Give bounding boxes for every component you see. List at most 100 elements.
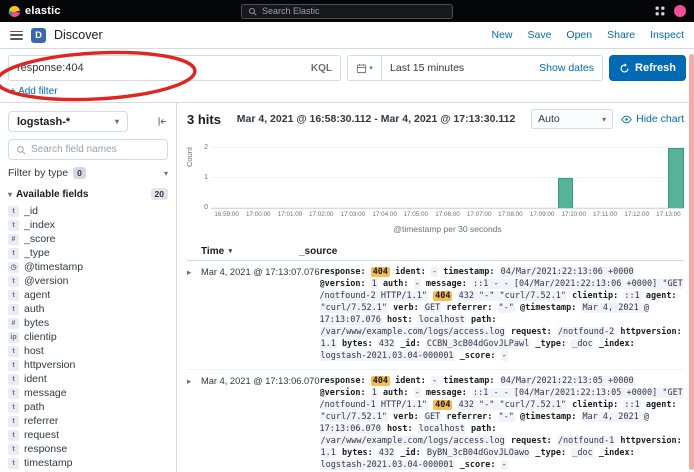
calendar-icon (356, 63, 367, 74)
field-item[interactable]: #_score (8, 232, 168, 246)
expand-toggle-icon[interactable]: ▸ (187, 266, 201, 278)
doc-table-row: ▸Mar 4, 2021 @ 17:13:06.070response: 404… (187, 370, 684, 472)
app-navbar: D Discover New Save Open Share Inspect (0, 22, 694, 49)
sort-descending-icon: ▼ (227, 248, 233, 255)
field-item[interactable]: tauth (8, 302, 168, 316)
expand-toggle-icon[interactable]: ▸ (187, 375, 201, 387)
save-button[interactable]: Save (527, 29, 551, 41)
string-type-icon: t (8, 402, 19, 413)
source-value: ::1 (623, 291, 640, 301)
field-search-input[interactable]: Search field names (8, 139, 168, 160)
field-item[interactable]: #bytes (8, 316, 168, 330)
field-item[interactable]: treferrer (8, 414, 168, 428)
field-name: auth (24, 303, 44, 315)
interval-select[interactable]: Auto ▾ (531, 109, 613, 129)
source-field-name: timestamp: (443, 267, 494, 277)
string-type-icon: t (8, 248, 19, 259)
field-item[interactable]: t timestamp (8, 456, 168, 470)
field-item[interactable]: tmessage (8, 386, 168, 400)
collapse-sidebar-button[interactable] (157, 116, 168, 127)
scrollbar-thumb[interactable] (689, 54, 694, 470)
string-type-icon: t (8, 458, 19, 469)
user-avatar[interactable] (674, 5, 686, 17)
quick-select-button[interactable]: ▾ (348, 56, 382, 80)
field-item[interactable]: tagent (8, 288, 168, 302)
field-item[interactable]: thttpversion (8, 358, 168, 372)
index-pattern-select[interactable]: logstash-* ▾ (8, 111, 128, 132)
x-axis-label: @timestamp per 30 seconds (211, 224, 684, 234)
apps-icon[interactable] (655, 6, 665, 16)
menu-icon[interactable] (10, 31, 23, 40)
field-item[interactable]: t_id (8, 204, 168, 218)
filter-by-type-button[interactable]: Filter by type 0 ▾ (8, 167, 168, 179)
doc-source-cell: response: 404 ident: - timestamp: 04/Mar… (320, 266, 685, 363)
x-tick-label: 17:05:00 (404, 211, 429, 218)
field-item[interactable]: ipclientip (8, 330, 168, 344)
source-value: 432 (378, 339, 395, 349)
source-value: 1 (371, 388, 378, 398)
field-item[interactable]: trequest (8, 428, 168, 442)
field-name: _type (24, 247, 50, 259)
field-item[interactable]: tpath (8, 400, 168, 414)
hits-count: 3 hits (187, 112, 221, 127)
field-item[interactable]: t _type (8, 246, 168, 260)
source-value: 1.1 (320, 339, 337, 349)
hide-chart-button[interactable]: Hide chart (621, 113, 684, 125)
available-fields-accordion[interactable]: ▾ Available fields 20 (8, 188, 168, 200)
histogram-bar[interactable] (668, 148, 684, 208)
open-button[interactable]: Open (566, 29, 592, 41)
time-column-header[interactable]: Time ▼ (187, 246, 299, 257)
source-value: 432 "-" "curl/7.52.1" (458, 291, 567, 301)
y-tick-label: 1 (196, 174, 208, 181)
query-language-button[interactable]: KQL (311, 63, 332, 74)
field-item[interactable]: t_index (8, 218, 168, 232)
source-value: logstash-2021.03.04-000001 (320, 351, 455, 361)
source-field-name: _id: (400, 339, 420, 349)
refresh-button[interactable]: Refresh (609, 55, 686, 81)
x-tick-label: 17:08:00 (498, 211, 523, 218)
field-name: bytes (24, 317, 49, 329)
field-item[interactable]: thost (8, 344, 168, 358)
source-field-name: path: (471, 315, 497, 325)
query-bar: response:404 KQL ▾ Last 15 minutes Show … (0, 49, 694, 84)
field-item[interactable]: t@version (8, 274, 168, 288)
x-tick-label: 17:07:00 (467, 211, 492, 218)
histogram-bar[interactable] (558, 178, 574, 208)
field-item[interactable]: tresponse (8, 442, 168, 456)
content: logstash-* ▾ Search field names Filter b… (0, 102, 694, 472)
doc-time-cell: Mar 4, 2021 @ 17:13:06.070 (201, 375, 320, 386)
share-button[interactable]: Share (607, 29, 635, 41)
elastic-logo[interactable]: elastic (8, 5, 61, 18)
source-field-name: path: (471, 424, 497, 434)
field-name: timestamp (24, 457, 72, 469)
scrollbar[interactable] (689, 54, 694, 470)
global-search-input[interactable]: Search Elastic (241, 4, 453, 19)
show-dates-button[interactable]: Show dates (531, 62, 602, 74)
ip-type-icon: ip (8, 332, 19, 343)
source-value: - (501, 460, 508, 470)
string-type-icon: t (8, 388, 19, 399)
field-item[interactable]: tident (8, 372, 168, 386)
available-fields-label: Available fields (16, 189, 88, 200)
source-value: 1 (371, 279, 378, 289)
field-name: @timestamp (24, 261, 83, 273)
refresh-icon (619, 63, 630, 74)
source-field-name: @timestamp: (520, 303, 576, 313)
discover-main: 3 hits Mar 4, 2021 @ 16:58:30.112 - Mar … (177, 103, 694, 472)
chevron-down-icon: ▾ (8, 190, 12, 199)
add-filter-button[interactable]: + Add filter (10, 86, 58, 97)
source-value: localhost (418, 424, 466, 434)
inspect-button[interactable]: Inspect (650, 29, 684, 41)
query-input[interactable]: response:404 KQL (8, 55, 341, 81)
time-range-button[interactable]: Last 15 minutes (382, 62, 472, 74)
x-axis-ticks: 16:59:0017:00:0017:01:0017:02:0017:03:00… (211, 211, 684, 220)
field-name: ident (24, 373, 47, 385)
doc-table-row: ▸Mar 4, 2021 @ 17:13:07.076response: 404… (187, 261, 684, 370)
y-tick-label: 2 (196, 144, 208, 151)
field-item[interactable]: ◷@timestamp (8, 260, 168, 274)
histogram-plot: 210 (211, 137, 684, 209)
x-tick-label: 16:59:00 (214, 211, 239, 218)
x-tick-label: 17:01:00 (278, 211, 303, 218)
refresh-label: Refresh (635, 62, 676, 74)
new-button[interactable]: New (491, 29, 512, 41)
